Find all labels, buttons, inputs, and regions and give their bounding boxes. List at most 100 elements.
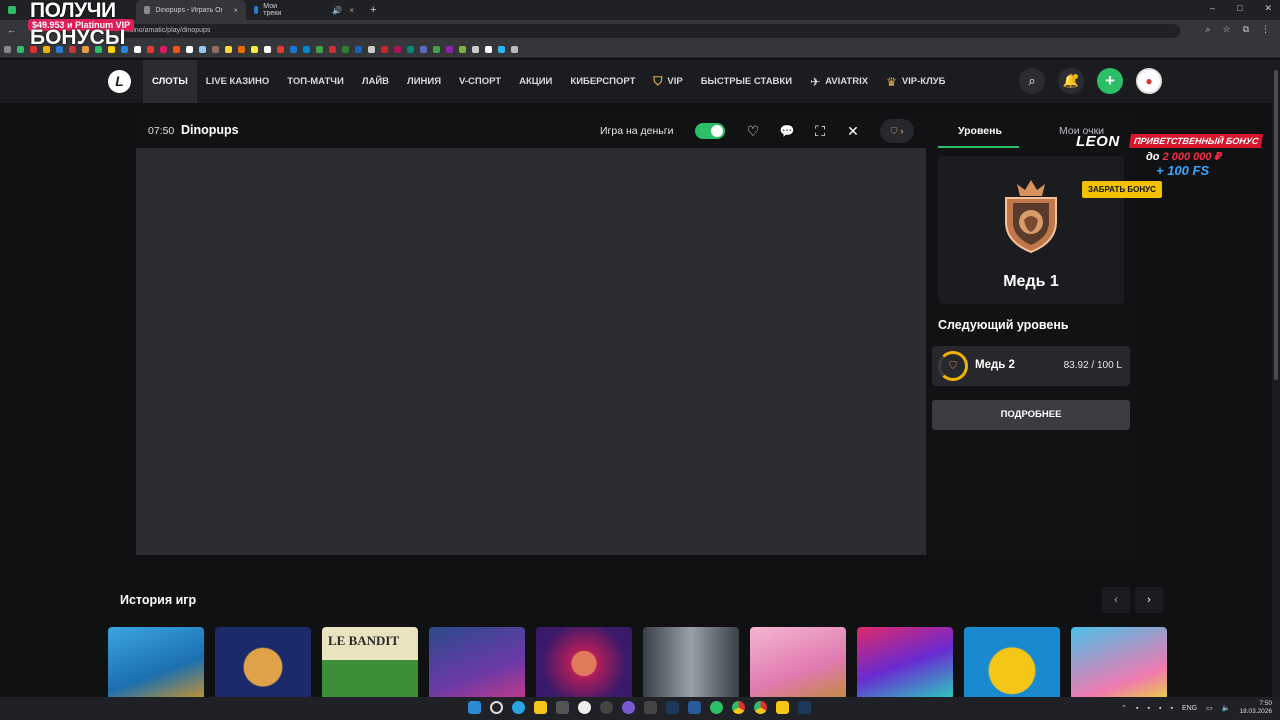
menu-icon[interactable]: ⋮: [1261, 24, 1270, 35]
fullscreen-icon[interactable]: ⛶: [810, 121, 830, 141]
game-tile[interactable]: [536, 627, 632, 700]
bookmark-icon[interactable]: [290, 46, 297, 53]
browser-tab-active[interactable]: Dinopups - Играть Онлайн | Л ×: [136, 0, 246, 20]
nav-link-v-sport[interactable]: V-СПОРТ: [450, 60, 510, 103]
maximize-icon[interactable]: □: [1237, 3, 1242, 14]
bookmark-icon[interactable]: [394, 46, 401, 53]
app-icon[interactable]: [622, 701, 635, 714]
nav-link-fast-bets[interactable]: БЫСТРЫЕ СТАВКИ: [692, 60, 801, 103]
bookmark-icon[interactable]: [381, 46, 388, 53]
deposit-button[interactable]: +: [1097, 68, 1123, 94]
nav-link-vip-club[interactable]: ♛ VIP-КЛУБ: [877, 60, 954, 103]
bookmark-icon[interactable]: [238, 46, 245, 53]
level-chip[interactable]: ⛉ ›: [880, 119, 914, 143]
bookmark-icon[interactable]: [498, 46, 505, 53]
app-icon[interactable]: [710, 701, 723, 714]
bookmark-icon[interactable]: [459, 46, 466, 53]
history-next-button[interactable]: ›: [1135, 587, 1163, 613]
leon-bonus-banner[interactable]: LEON ПРИВЕТСТВЕННЫЙ БОНУС до 2 000 000 ₽…: [1072, 128, 1280, 202]
bookmark-icon[interactable]: [355, 46, 362, 53]
game-frame[interactable]: 07:50 Dinopups Игра на деньги ♡ 💬 ⛶ ✕ ⛉ ›: [136, 114, 926, 555]
tray-app-icon[interactable]: ▪: [1170, 705, 1172, 712]
search-button[interactable]: ⌕: [1019, 68, 1045, 94]
game-tile[interactable]: [750, 627, 846, 700]
nav-link-live[interactable]: ЛАЙВ: [353, 60, 398, 103]
start-icon[interactable]: [468, 701, 481, 714]
bookmark-icon[interactable]: [407, 46, 414, 53]
game-tile[interactable]: LE BANDIT: [322, 627, 418, 700]
star-icon[interactable]: ☆: [1222, 24, 1230, 35]
nav-link-live-casino[interactable]: LIVE КАЗИНО: [197, 60, 278, 103]
url-field[interactable]: ...sino/amatic/play/dinopups: [120, 24, 1180, 38]
bookmark-icon[interactable]: [342, 46, 349, 53]
app-icon[interactable]: [688, 701, 701, 714]
minimize-icon[interactable]: –: [1210, 3, 1215, 14]
speaker-icon[interactable]: 🔊: [332, 6, 342, 15]
bookmark-icon[interactable]: [264, 46, 271, 53]
notifications-button[interactable]: 🔔: [1058, 68, 1084, 94]
folder-icon[interactable]: [534, 701, 547, 714]
close-tab-icon[interactable]: ×: [349, 6, 354, 15]
bookmark-icon[interactable]: [433, 46, 440, 53]
close-window-icon[interactable]: ✕: [1264, 3, 1272, 14]
bookmark-icon[interactable]: [368, 46, 375, 53]
chrome-icon[interactable]: [732, 701, 745, 714]
bookmark-icon[interactable]: [225, 46, 232, 53]
steam-icon[interactable]: [666, 701, 679, 714]
yandex-icon[interactable]: [578, 701, 591, 714]
bookmark-icon[interactable]: [472, 46, 479, 53]
close-tab-icon[interactable]: ×: [233, 6, 238, 15]
game-tile[interactable]: [643, 627, 739, 700]
bookmark-icon[interactable]: [186, 46, 193, 53]
game-tile[interactable]: [857, 627, 953, 700]
favorite-heart-icon[interactable]: ♡: [743, 121, 763, 141]
telegram-icon[interactable]: [512, 701, 525, 714]
tray-app-icon[interactable]: ▪: [1147, 705, 1149, 712]
bookmark-icon[interactable]: [17, 46, 24, 53]
scrollbar-thumb[interactable]: [1274, 70, 1278, 380]
tray-chevron-icon[interactable]: ⌃: [1121, 704, 1127, 712]
steam-icon[interactable]: [798, 701, 811, 714]
leon-claim-button[interactable]: ЗАБРАТЬ БОНУС: [1082, 181, 1162, 198]
app-icon[interactable]: [776, 701, 789, 714]
tray-app-icon[interactable]: ▪: [1136, 705, 1138, 712]
back-icon[interactable]: ←: [7, 25, 16, 35]
site-logo[interactable]: L: [108, 70, 131, 93]
zoom-icon[interactable]: ⌕: [1205, 24, 1210, 35]
bookmark-icon[interactable]: [160, 46, 167, 53]
real-money-toggle[interactable]: [695, 123, 725, 139]
browser-tab[interactable]: Мои треки 🔊 ×: [246, 0, 362, 20]
bookmark-icon[interactable]: [212, 46, 219, 53]
bookmark-icon[interactable]: [147, 46, 154, 53]
nav-link-aviatrix[interactable]: ✈ AVIATRIX: [801, 60, 877, 103]
bookmark-icon[interactable]: [251, 46, 258, 53]
tab-level[interactable]: Уровень: [958, 125, 1002, 137]
language-indicator[interactable]: ENG: [1182, 705, 1197, 712]
game-tile[interactable]: [429, 627, 525, 700]
bookmark-icon[interactable]: [329, 46, 336, 53]
search-icon[interactable]: [490, 701, 503, 714]
nav-link-vip[interactable]: ⛉ VIP: [644, 60, 691, 103]
bookmark-icon[interactable]: [303, 46, 310, 53]
bookmark-icon[interactable]: [277, 46, 284, 53]
bookmark-icon[interactable]: [420, 46, 427, 53]
nav-link-line[interactable]: ЛИНИЯ: [398, 60, 450, 103]
bookmark-icon[interactable]: [446, 46, 453, 53]
nav-link-promos[interactable]: АКЦИИ: [510, 60, 561, 103]
chrome-icon[interactable]: [754, 701, 767, 714]
extensions-icon[interactable]: ⧉: [1243, 24, 1249, 35]
bookmark-icon[interactable]: [199, 46, 206, 53]
chat-icon[interactable]: 💬: [777, 121, 797, 141]
bookmark-icon[interactable]: [485, 46, 492, 53]
game-tile[interactable]: [964, 627, 1060, 700]
nav-link-top-matches[interactable]: ТОП-МАТЧИ: [278, 60, 353, 103]
history-prev-button[interactable]: ‹: [1102, 587, 1130, 613]
game-tile[interactable]: [215, 627, 311, 700]
more-details-button[interactable]: ПОДРОБНЕЕ: [932, 400, 1130, 430]
new-tab-button[interactable]: +: [362, 0, 384, 20]
game-tile[interactable]: [108, 627, 204, 700]
apps-icon[interactable]: [4, 46, 11, 53]
tray-app-icon[interactable]: ▪: [1159, 705, 1161, 712]
clock[interactable]: 7:50 18.03.2026: [1239, 700, 1272, 716]
bookmark-icon[interactable]: [173, 46, 180, 53]
